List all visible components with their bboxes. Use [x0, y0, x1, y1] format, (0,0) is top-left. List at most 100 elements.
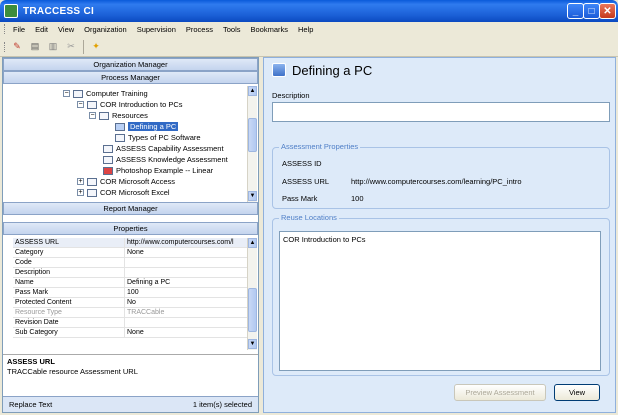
- scroll-down-icon[interactable]: ▼: [248, 339, 257, 349]
- tree-item-label: ASSESS Knowledge Assessment: [116, 155, 228, 164]
- tree-item-types-software[interactable]: Types of PC Software: [115, 132, 201, 143]
- close-button[interactable]: ✕: [599, 3, 616, 19]
- reuse-locations-list[interactable]: COR Introduction to PCs: [279, 231, 601, 371]
- menu-bar: File Edit View Organization Supervision …: [0, 22, 618, 36]
- expand-toggle[interactable]: +: [77, 189, 84, 196]
- menu-supervision[interactable]: Supervision: [137, 25, 176, 34]
- tree-item-label: Defining a PC: [128, 122, 179, 131]
- save-icon[interactable]: ▥: [46, 40, 60, 54]
- window-title: TRACCESS CI: [23, 5, 95, 17]
- toolbar-separator: [83, 39, 84, 54]
- table-row[interactable]: Name Defining a PC: [13, 278, 251, 288]
- scroll-down-icon[interactable]: ▼: [248, 191, 257, 201]
- replace-text-button[interactable]: Replace Text: [9, 400, 52, 409]
- report-manager-header[interactable]: Report Manager: [3, 202, 258, 215]
- star-icon[interactable]: ✦: [89, 40, 103, 54]
- scroll-up-icon[interactable]: ▲: [248, 238, 257, 248]
- detail-header: Defining a PC: [264, 58, 615, 82]
- tree-item-defining-pc[interactable]: Defining a PC: [115, 121, 179, 132]
- pass-mark-label: Pass Mark: [282, 194, 318, 203]
- table-row[interactable]: Sub Category None: [13, 328, 251, 338]
- tree-scrollbar[interactable]: ▲ ▼: [247, 86, 257, 202]
- menu-organization[interactable]: Organization: [84, 25, 127, 34]
- description-field[interactable]: [272, 102, 610, 122]
- expand-toggle[interactable]: +: [77, 178, 84, 185]
- assess-url-value[interactable]: http://www.computercourses.com/learning/…: [351, 177, 522, 186]
- tree-item-computer-training[interactable]: − Computer Training: [63, 88, 148, 99]
- minimize-button[interactable]: _: [567, 3, 584, 19]
- organization-manager-header[interactable]: Organization Manager: [3, 58, 258, 71]
- tree-item-intro-pcs[interactable]: − COR Introduction to PCs: [77, 99, 183, 110]
- assess-url-label: ASSESS URL: [282, 177, 330, 186]
- tree-item-label: Computer Training: [86, 89, 148, 98]
- open-icon[interactable]: ▤: [28, 40, 42, 54]
- reuse-locations-legend: Reuse Locations: [279, 213, 339, 222]
- tree-item-label: Types of PC Software: [128, 133, 201, 142]
- process-manager-header[interactable]: Process Manager: [3, 71, 258, 84]
- description-text: TRACCable resource Assessment URL: [7, 367, 138, 376]
- tree-item-label: Photoshop Example -- Linear: [116, 166, 214, 175]
- tree-item-knowledge[interactable]: ASSESS Knowledge Assessment: [103, 154, 228, 165]
- table-row[interactable]: Protected Content No: [13, 298, 251, 308]
- menu-tools[interactable]: Tools: [223, 25, 241, 34]
- process-icon: [103, 166, 113, 175]
- scroll-thumb[interactable]: [248, 288, 257, 332]
- collapse-toggle[interactable]: −: [77, 101, 84, 108]
- collapse-toggle[interactable]: −: [89, 112, 96, 119]
- delete-icon[interactable]: ✂: [64, 40, 78, 54]
- new-icon[interactable]: ✎: [10, 40, 24, 54]
- course-icon: [87, 188, 97, 197]
- collapse-toggle[interactable]: −: [63, 90, 70, 97]
- course-icon: [87, 100, 97, 109]
- menu-view[interactable]: View: [58, 25, 74, 34]
- folder-icon: [73, 89, 83, 98]
- menu-help[interactable]: Help: [298, 25, 313, 34]
- assessment-properties-group: Assessment Properties ASSESS ID ASSESS U…: [272, 142, 610, 209]
- reuse-locations-group: Reuse Locations COR Introduction to PCs: [272, 213, 610, 376]
- resources-icon: [99, 111, 109, 120]
- detail-title: Defining a PC: [292, 62, 373, 78]
- left-panel: Organization Manager Process Manager − C…: [2, 57, 259, 413]
- assess-id-label: ASSESS ID: [282, 159, 322, 168]
- menu-grip: [4, 24, 6, 34]
- property-description: ASSESS URL TRACCable resource Assessment…: [3, 354, 258, 392]
- properties-header: Properties: [3, 222, 258, 235]
- menu-file[interactable]: File: [13, 25, 25, 34]
- maximize-button[interactable]: □: [583, 3, 600, 19]
- tree-item-capability[interactable]: ASSESS Capability Assessment: [103, 143, 224, 154]
- tree-item-access[interactable]: + COR Microsoft Access: [77, 176, 175, 187]
- list-item[interactable]: COR Introduction to PCs: [283, 235, 597, 244]
- description-label: Description: [272, 91, 310, 100]
- resource-icon: [115, 133, 125, 142]
- assessment-icon: [103, 144, 113, 153]
- title-bar: TRACCESS CI _ □ ✕: [0, 0, 618, 22]
- tree-item-excel[interactable]: + COR Microsoft Excel: [77, 187, 170, 198]
- table-row[interactable]: Resource Type TRACCable: [13, 308, 251, 318]
- menu-bookmarks[interactable]: Bookmarks: [251, 25, 289, 34]
- table-row[interactable]: Category None: [13, 248, 251, 258]
- tree-item-label: COR Introduction to PCs: [100, 100, 183, 109]
- description-title: ASSESS URL: [7, 357, 55, 366]
- tree-item-photoshop[interactable]: Photoshop Example -- Linear: [103, 165, 213, 176]
- properties-scrollbar[interactable]: ▲ ▼: [247, 238, 257, 350]
- view-button[interactable]: View: [554, 384, 600, 401]
- scroll-thumb[interactable]: [248, 118, 257, 152]
- table-row[interactable]: ASSESS URL http://www.computercourses.com…: [13, 238, 251, 248]
- menu-process[interactable]: Process: [186, 25, 213, 34]
- properties-table: ASSESS URL http://www.computercourses.com…: [13, 238, 251, 350]
- assessment-icon: [103, 155, 113, 164]
- preview-assessment-button[interactable]: Preview Assessment: [454, 384, 546, 401]
- tree-item-label: Resources: [112, 111, 148, 120]
- toolbar-grip: [4, 41, 6, 52]
- table-row[interactable]: Code: [13, 258, 251, 268]
- tree-item-label: COR Microsoft Access: [100, 177, 176, 186]
- table-row[interactable]: Pass Mark 100: [13, 288, 251, 298]
- selection-count: 1 item(s) selected: [192, 400, 252, 409]
- course-icon: [87, 177, 97, 186]
- resource-icon: [115, 122, 125, 131]
- tree-item-resources[interactable]: − Resources: [89, 110, 148, 121]
- table-row[interactable]: Revision Date: [13, 318, 251, 328]
- scroll-up-icon[interactable]: ▲: [248, 86, 257, 96]
- table-row[interactable]: Description: [13, 268, 251, 278]
- menu-edit[interactable]: Edit: [35, 25, 48, 34]
